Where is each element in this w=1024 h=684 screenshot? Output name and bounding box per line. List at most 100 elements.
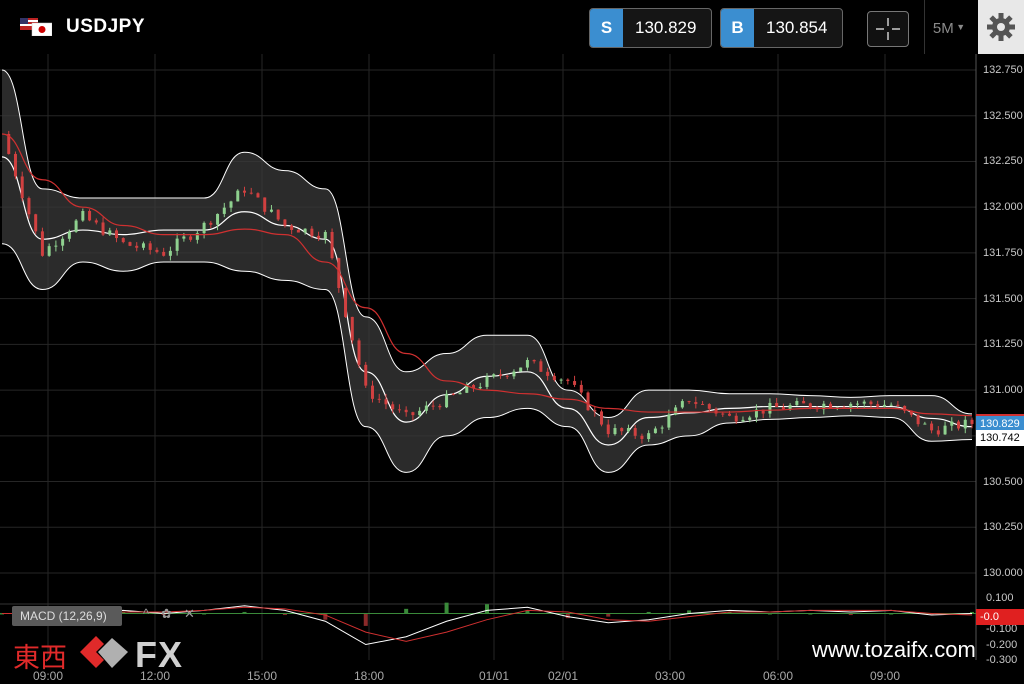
- close-icon[interactable]: ✕: [184, 606, 195, 621]
- candle-body: [344, 287, 348, 317]
- candle-body: [290, 225, 294, 230]
- candle-body: [539, 361, 543, 372]
- candle-body: [47, 246, 51, 256]
- candle-body: [525, 360, 529, 368]
- candle-body: [781, 407, 785, 410]
- candle-body: [579, 384, 583, 393]
- price-axis-label: 130.500: [983, 475, 1023, 488]
- candle-body: [600, 411, 604, 425]
- candle-body: [222, 207, 226, 214]
- candle-body: [876, 404, 880, 407]
- candle-body: [626, 428, 630, 432]
- candle-body: [896, 404, 900, 406]
- candle-body: [162, 251, 166, 256]
- candle-body: [94, 220, 98, 223]
- candle-body: [418, 410, 422, 416]
- candle-body: [404, 409, 408, 413]
- candle-body: [620, 428, 624, 432]
- candle-body: [728, 413, 731, 416]
- candle-body: [276, 209, 280, 220]
- candle-body: [269, 209, 273, 212]
- price-axis-label: 130.000: [983, 567, 1023, 579]
- candle-body: [155, 249, 159, 252]
- macd-label[interactable]: MACD (12,26,9): [12, 606, 122, 626]
- time-axis-label: 18:00: [353, 669, 385, 683]
- candle-body: [936, 430, 940, 435]
- candle-body: [714, 408, 718, 414]
- candle-body: [862, 401, 866, 404]
- candle-body: [370, 385, 374, 399]
- candle-body: [532, 360, 536, 362]
- candle-body: [229, 201, 233, 208]
- collapse-icon[interactable]: ^: [143, 606, 149, 621]
- candle-body: [707, 404, 711, 409]
- sell-button[interactable]: S 130.829: [589, 8, 712, 48]
- candle-body: [687, 401, 691, 403]
- price-axis-label: 132.750: [983, 64, 1023, 76]
- candle-body: [498, 374, 502, 376]
- candle-body: [701, 403, 705, 405]
- candle-body: [573, 381, 577, 385]
- candle-body: [20, 176, 24, 199]
- candle-body: [849, 403, 853, 408]
- candle-body: [296, 229, 300, 233]
- candle-body: [357, 340, 361, 365]
- price-axis-label: 131.250: [983, 338, 1023, 351]
- candle-body: [647, 433, 651, 440]
- candle-body: [660, 427, 664, 429]
- candle-body: [141, 243, 145, 248]
- candle-body: [81, 210, 85, 221]
- candle-body: [586, 392, 590, 411]
- candle-body: [869, 401, 873, 405]
- candle-body: [182, 236, 186, 239]
- price-axis-label: 132.250: [983, 155, 1023, 168]
- settings-button[interactable]: [978, 0, 1024, 54]
- candle-body: [882, 404, 886, 407]
- candle-body: [424, 405, 428, 411]
- candle-body: [855, 403, 859, 405]
- candle-body: [431, 405, 435, 407]
- candle-body: [734, 415, 738, 422]
- price-axis-label: 131.500: [983, 292, 1023, 305]
- candle-body: [653, 428, 657, 434]
- candle-body: [923, 423, 927, 425]
- candle-body: [795, 401, 799, 406]
- candle-body: [775, 402, 779, 408]
- candle-body: [492, 374, 496, 377]
- candle-body: [552, 375, 556, 381]
- candle-body: [930, 423, 934, 431]
- candle-body: [61, 238, 65, 246]
- bollinger-band-fill: [2, 70, 972, 473]
- candle-body: [606, 424, 610, 435]
- candle-body: [889, 404, 893, 406]
- candle-body: [546, 371, 550, 376]
- candle-body: [808, 403, 812, 408]
- macd-axis-label: -0.200: [986, 638, 1018, 651]
- candle-body: [249, 192, 253, 194]
- timeframe-select[interactable]: 5M ▼: [924, 0, 973, 54]
- candle-body: [236, 190, 240, 202]
- time-axis-label: 12:00: [139, 669, 171, 683]
- gear-icon[interactable]: ✿: [161, 606, 172, 621]
- buy-button[interactable]: B 130.854: [720, 8, 843, 48]
- time-axis-label: 06:00: [762, 669, 794, 683]
- candle-body: [115, 230, 119, 239]
- crosshair-button[interactable]: [867, 11, 909, 47]
- time-axis-label: 09:00: [32, 669, 64, 683]
- candle-body: [680, 401, 684, 408]
- candle-body: [350, 316, 354, 341]
- macd-axis-label: 0.100: [986, 592, 1014, 604]
- flag-us-jp-icon: [20, 18, 52, 36]
- price-axis-label: 131.750: [983, 246, 1023, 259]
- candle-body: [216, 213, 220, 225]
- candle-body: [485, 376, 489, 387]
- price-chart[interactable]: [0, 54, 1024, 684]
- candle-body: [741, 419, 745, 422]
- macd-controls: ^ ✿ ✕: [143, 606, 207, 626]
- candle-body: [88, 210, 92, 221]
- sell-price: 130.829: [635, 18, 697, 37]
- candle-body: [377, 398, 381, 400]
- price-axis-label: 131.000: [983, 384, 1023, 397]
- buy-tag: B: [721, 9, 754, 47]
- candle-body: [263, 197, 267, 212]
